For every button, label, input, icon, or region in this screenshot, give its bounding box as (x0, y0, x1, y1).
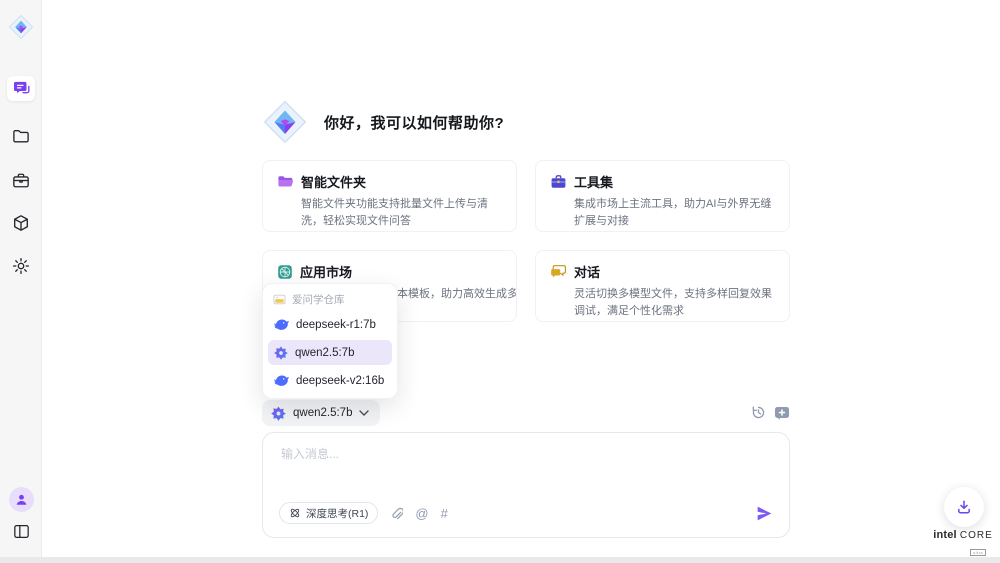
qwen-logo-icon (274, 346, 288, 360)
card-dialogue[interactable]: 对话 灵活切换多模型文件，支持多样回复效果调试，满足个性化需求 (535, 250, 790, 322)
sidebar-item-profile[interactable] (7, 486, 35, 512)
card-smart-folder[interactable]: 智能文件夹 智能文件夹功能支持批量文件上传与清洗，轻松实现文件问答 (262, 160, 517, 232)
selected-model-label: qwen2.5:7b (293, 407, 352, 419)
avatar (9, 487, 34, 512)
sidebar-item-settings[interactable] (7, 252, 35, 280)
deep-think-toggle[interactable]: 深度思考(R1) (279, 502, 378, 524)
intel-tier-text: ultra (970, 549, 986, 556)
deepseek-whale-icon (274, 319, 289, 331)
collapse-panel-icon[interactable] (7, 517, 35, 545)
model-option-deepseek-v2[interactable]: deepseek-v2:16b (268, 368, 392, 393)
card-description: 灵活切换多模型文件，支持多样回复效果调试，满足个性化需求 (574, 286, 779, 320)
dropdown-group-label: 爱问学仓库 (292, 292, 345, 307)
model-selector-row: qwen2.5:7b (262, 400, 790, 426)
qwen-logo-icon (271, 406, 286, 421)
dropdown-group-header: 爱问学仓库 (268, 289, 392, 309)
attachment-paperclip-icon[interactable] (390, 506, 403, 521)
gear-icon (12, 257, 30, 275)
deep-think-label: 深度思考(R1) (306, 506, 368, 521)
diamond-logo-icon (7, 13, 35, 41)
window-bottom-edge (0, 557, 1000, 563)
history-icon[interactable] (751, 405, 766, 420)
mention-at-icon[interactable]: @ (415, 507, 428, 520)
intel-core-badge: intel core ultra (933, 529, 993, 559)
model-selector-button[interactable]: qwen2.5:7b (262, 400, 380, 426)
sidebar-item-folders[interactable] (7, 122, 35, 150)
briefcase-icon (12, 172, 30, 189)
card-title: 对话 (574, 262, 600, 281)
sidebar (0, 0, 42, 557)
intel-brand-text: intel (933, 529, 957, 541)
deepseek-whale-icon (274, 375, 289, 387)
card-title: 应用市场 (300, 262, 352, 281)
app-logo (7, 13, 35, 41)
model-option-qwen[interactable]: qwen2.5:7b (268, 340, 392, 365)
blue-briefcase-icon (550, 174, 567, 190)
repository-icon (273, 294, 286, 305)
card-description: 集成市场上主流工具，助力AI与外界无缝扩展与对接 (574, 196, 779, 230)
gold-chat-bubbles-icon (550, 264, 567, 279)
sidebar-item-models[interactable] (7, 209, 35, 237)
diamond-logo-icon-large (262, 99, 308, 145)
chevron-down-icon (359, 410, 369, 416)
model-option-deepseek-r1[interactable]: deepseek-r1:7b (268, 312, 392, 337)
intel-product-text: core (960, 530, 993, 541)
purple-folder-icon (277, 174, 294, 189)
composer-toolbar: 深度思考(R1) @ # (279, 502, 773, 524)
chat-icon (13, 81, 30, 96)
atom-icon (289, 507, 301, 519)
sidebar-item-toolbox[interactable] (7, 166, 35, 194)
model-option-label: deepseek-v2:16b (296, 375, 384, 387)
folder-icon (12, 128, 30, 144)
model-option-label: qwen2.5:7b (295, 347, 354, 359)
send-button[interactable] (756, 506, 773, 521)
message-composer: 深度思考(R1) @ # (262, 432, 790, 538)
card-title: 智能文件夹 (301, 172, 366, 191)
greeting-title: 你好，我可以如何帮助你? (324, 112, 504, 133)
card-description: 智能文件夹功能支持批量文件上传与清洗，轻松实现文件问答 (301, 196, 506, 230)
model-dropdown: 爱问学仓库 deepseek-r1:7b qwen2.5:7b (262, 283, 398, 399)
model-option-label: deepseek-r1:7b (296, 319, 376, 331)
cube-icon (12, 214, 30, 232)
download-icon (956, 499, 972, 515)
teal-app-grid-icon (277, 264, 293, 280)
card-title: 工具集 (574, 172, 613, 191)
download-button[interactable] (944, 487, 984, 527)
message-input[interactable] (281, 445, 771, 493)
prompt-hash-icon[interactable]: # (441, 507, 448, 520)
hero: 你好，我可以如何帮助你? (262, 98, 790, 146)
new-chat-icon[interactable] (774, 406, 790, 420)
card-toolset[interactable]: 工具集 集成市场上主流工具，助力AI与外界无缝扩展与对接 (535, 160, 790, 232)
sidebar-item-chat[interactable] (7, 76, 35, 101)
